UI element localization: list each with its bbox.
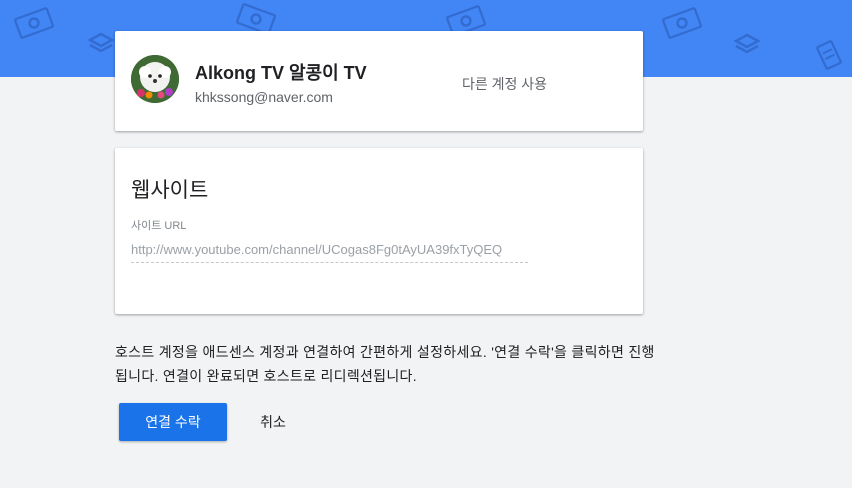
dog-avatar-icon	[131, 55, 179, 103]
account-email: khkssong@naver.com	[195, 89, 333, 105]
website-card: 웹사이트 사이트 URL	[115, 148, 643, 314]
account-name: Alkong TV 알콩이 TV	[195, 63, 367, 83]
site-url-field[interactable]	[131, 236, 528, 263]
use-another-account-link[interactable]: 다른 계정 사용	[462, 74, 547, 94]
money-icon	[661, 7, 703, 39]
description-text: 호스트 계정을 애드센스 계정과 연결하여 간편하게 설정하세요. '연결 수락…	[115, 344, 655, 384]
accept-connection-button[interactable]: 연결 수락	[119, 403, 227, 441]
site-url-label: 사이트 URL	[131, 220, 187, 232]
money-icon	[13, 7, 55, 39]
card-icon	[816, 40, 842, 70]
stack-icon	[88, 32, 114, 53]
account-card: Alkong TV 알콩이 TV khkssong@naver.com 다른 계…	[115, 31, 643, 131]
website-title: 웹사이트	[131, 179, 209, 202]
account-avatar	[131, 55, 179, 103]
cancel-button[interactable]: 취소	[244, 403, 302, 441]
stack-icon	[734, 33, 760, 54]
